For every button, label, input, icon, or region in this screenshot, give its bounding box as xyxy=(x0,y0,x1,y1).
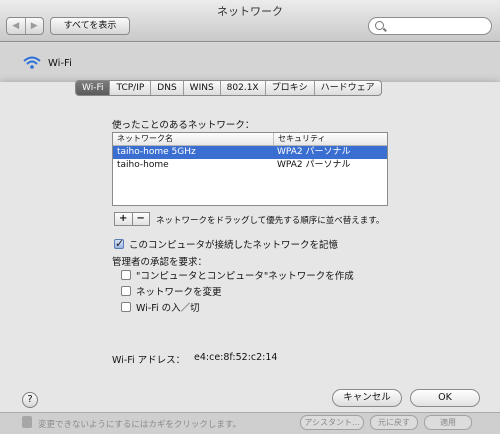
wifi-address-value: e4:ce:8f:52:c2:14 xyxy=(194,352,278,363)
admin-create-network-checkbox[interactable]: "コンピュータとコンピュータ"ネットワークを作成 xyxy=(121,268,354,282)
forward-icon[interactable]: ▶ xyxy=(24,18,44,34)
tab-tcpip[interactable]: TCP/IP xyxy=(109,81,150,95)
table-row[interactable]: taiho-home WPA2 パーソナル xyxy=(113,159,387,172)
search-field[interactable] xyxy=(368,17,492,35)
back-icon[interactable]: ◀ xyxy=(7,18,25,34)
window-titlebar: ネットワーク ◀ ▶ すべてを表示 xyxy=(0,0,500,42)
tab-bar: Wi-Fi TCP/IP DNS WINS 802.1X プロキシ ハードウェア xyxy=(75,80,382,96)
checkbox-box[interactable] xyxy=(121,270,131,280)
cancel-button[interactable]: キャンセル xyxy=(332,389,402,407)
admin-option-label: ネットワークを変更 xyxy=(136,287,222,298)
remember-networks-label: このコンピュータが接続したネットワークを記憶 xyxy=(129,240,339,251)
network-name: taiho-home xyxy=(117,160,169,170)
assistant-button[interactable]: アシスタント... xyxy=(300,415,364,430)
add-network-button[interactable]: + xyxy=(115,213,132,225)
tab-8021x[interactable]: 802.1X xyxy=(219,81,265,95)
tab-wins[interactable]: WINS xyxy=(182,81,220,95)
column-security[interactable]: セキュリティ xyxy=(273,133,387,145)
admin-change-network-checkbox[interactable]: ネットワークを変更 xyxy=(121,284,222,298)
network-security: WPA2 パーソナル xyxy=(277,147,351,157)
apply-button[interactable]: 適用 xyxy=(424,415,472,430)
drag-hint: ネットワークをドラッグして優先する順序に並べ替えます。 xyxy=(156,216,385,226)
network-name: taiho-home 5GHz xyxy=(117,147,196,157)
lock-icon[interactable] xyxy=(22,416,32,428)
checkbox-box[interactable] xyxy=(114,237,124,250)
tab-proxy[interactable]: プロキシ xyxy=(264,81,314,95)
column-network-name[interactable]: ネットワーク名 xyxy=(113,133,273,145)
admin-approval-label: 管理者の承認を要求： xyxy=(112,257,208,268)
nav-buttons: ◀ ▶ xyxy=(6,17,44,35)
checkbox-box[interactable] xyxy=(121,286,131,296)
add-remove-buttons: + − xyxy=(114,212,150,226)
tab-dns[interactable]: DNS xyxy=(150,81,182,95)
service-header: Wi-Fi xyxy=(22,56,72,70)
revert-button[interactable]: 元に戻す xyxy=(370,415,418,430)
networks-section-label: 使ったことのあるネットワーク： xyxy=(112,120,255,131)
service-name: Wi-Fi xyxy=(48,57,72,69)
table-header: ネットワーク名 セキュリティ xyxy=(113,133,387,146)
tab-hardware[interactable]: ハードウェア xyxy=(313,81,381,95)
admin-option-label: Wi-Fi の入／切 xyxy=(136,303,200,314)
search-icon xyxy=(375,21,384,30)
admin-option-label: "コンピュータとコンピュータ"ネットワークを作成 xyxy=(136,271,354,282)
preferred-networks-table[interactable]: ネットワーク名 セキュリティ taiho-home 5GHz WPA2 パーソナ… xyxy=(112,132,388,206)
wifi-icon xyxy=(23,56,41,69)
lock-hint: 変更できないようにするにはカギをクリックします。 xyxy=(38,420,242,430)
admin-wifi-power-checkbox[interactable]: Wi-Fi の入／切 xyxy=(121,300,200,314)
wifi-address-label: Wi-Fi アドレス： xyxy=(112,355,186,366)
tab-wifi[interactable]: Wi-Fi xyxy=(76,81,110,95)
table-row[interactable]: taiho-home 5GHz WPA2 パーソナル xyxy=(113,146,387,159)
ok-button[interactable]: OK xyxy=(410,389,480,407)
checkbox-box[interactable] xyxy=(121,302,131,312)
show-all-button[interactable]: すべてを表示 xyxy=(50,17,130,35)
help-button[interactable]: ? xyxy=(22,392,38,408)
remove-network-button[interactable]: − xyxy=(131,213,150,225)
remember-networks-checkbox[interactable]: このコンピュータが接続したネットワークを記憶 xyxy=(114,237,338,251)
network-security: WPA2 パーソナル xyxy=(277,160,351,170)
